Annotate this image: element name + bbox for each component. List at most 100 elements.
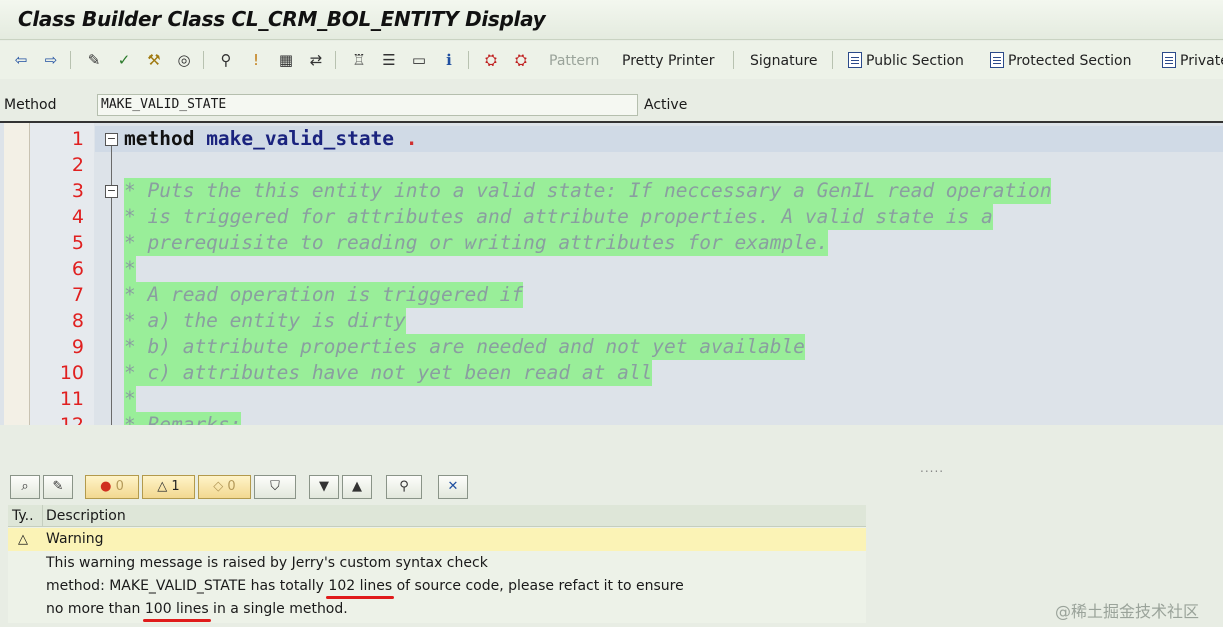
line-number: 1 <box>71 128 84 150</box>
sort-descending-icon[interactable]: ▼ <box>309 475 339 499</box>
statement-end: . <box>394 127 418 150</box>
toolbar-separator <box>335 51 336 69</box>
comment-text: * <box>124 386 136 412</box>
pane-splitter[interactable]: ..... <box>0 425 1223 475</box>
comment-text: * Remarks: <box>124 412 242 425</box>
line-number: 4 <box>71 206 84 228</box>
code-text: method make_valid_state . <box>124 126 418 152</box>
comment-text: * <box>124 256 136 282</box>
message-detail-line: no more than 100 lines in a single metho… <box>46 601 348 617</box>
activate-icon[interactable]: ⚒ <box>143 50 165 70</box>
code-line[interactable]: 12 * Remarks: <box>0 412 1223 425</box>
message-detail-line: method: MAKE_VALID_STATE has totally 102… <box>46 578 684 594</box>
column-description[interactable]: Description <box>46 505 126 527</box>
message-toolbar: ⌕ ✎ ● 0 △ 1 ◇ 0 ⛉ ▼ ▲ ⚲ ✕ <box>0 470 1223 504</box>
check-icon[interactable]: ✓ <box>113 50 135 70</box>
line-number: 5 <box>71 232 84 254</box>
method-row: Method MAKE_VALID_STATE Active <box>0 92 1223 120</box>
error-filter-button[interactable]: ● 0 <box>85 475 139 499</box>
document-icon <box>1162 52 1176 68</box>
comment-text: * a) the entity is dirty <box>124 308 406 334</box>
keyword: method <box>124 127 195 150</box>
pretty-printer-button[interactable]: Pretty Printer <box>622 50 715 72</box>
warning-filter-button[interactable]: △ 1 <box>142 475 195 499</box>
code-editor[interactable]: 1 − method make_valid_state . 2 3 − * Pu… <box>0 121 1223 425</box>
pattern-button[interactable]: Pattern <box>549 50 599 72</box>
code-line[interactable]: 9 * b) attribute properties are needed a… <box>0 334 1223 360</box>
method-name: make_valid_state <box>194 127 395 150</box>
highlighted-line-count: 102 lines <box>328 578 393 594</box>
glasses-icon[interactable]: ⌕ <box>10 475 40 499</box>
application-toolbar: ⇦ ⇨ ✎ ✓ ⚒ ◎ ⚲ ! ▦ ⇄ ♖ ☰ ▭ ℹ ⛭ ⛭ Pattern … <box>0 41 1223 79</box>
info-icon[interactable]: ℹ <box>438 50 460 70</box>
row-type-text: Warning <box>46 531 104 547</box>
toolbar-separator <box>832 51 833 69</box>
column-type[interactable]: Ty.. <box>12 505 34 527</box>
watermark: @稀土掘金技术社区 <box>1055 602 1200 621</box>
forward-arrow-icon[interactable]: ⇨ <box>40 50 62 70</box>
window-title: Class Builder Class CL_CRM_BOL_ENTITY Di… <box>18 7 546 31</box>
sort-ascending-icon[interactable]: ▲ <box>342 475 372 499</box>
table-header: Ty.. Description <box>8 505 866 527</box>
code-line[interactable]: 4 * is triggered for attributes and attr… <box>0 204 1223 230</box>
display-object-icon[interactable]: ▦ <box>275 50 297 70</box>
debug-icon[interactable]: ⛭ <box>510 50 532 70</box>
code-line[interactable]: 11 * <box>0 386 1223 412</box>
code-line[interactable]: 2 <box>0 152 1223 178</box>
comment-text: * Puts the this entity into a valid stat… <box>124 178 1052 204</box>
method-field[interactable]: MAKE_VALID_STATE <box>97 94 638 116</box>
navigate-icon[interactable]: ⇄ <box>305 50 327 70</box>
comment-text: * prerequisite to reading or writing att… <box>124 230 829 256</box>
column-separator <box>42 505 43 527</box>
filter-icon[interactable]: ⛉ <box>254 475 296 499</box>
edit-pencil-icon[interactable]: ✎ <box>43 475 73 499</box>
edit-pencil-icon[interactable]: ✎ <box>83 50 105 70</box>
hierarchy-icon[interactable]: ⚲ <box>215 50 237 70</box>
breakpoint-icon[interactable]: ! <box>245 50 267 70</box>
back-arrow-icon[interactable]: ⇦ <box>10 50 32 70</box>
code-line[interactable]: 3 − * Puts the this entity into a valid … <box>0 178 1223 204</box>
table-row[interactable]: △ Warning <box>8 528 866 551</box>
line-number: 2 <box>71 154 84 176</box>
toolbar-separator <box>468 51 469 69</box>
line-number: 11 <box>59 388 84 410</box>
warning-icon: △ <box>18 532 28 547</box>
test-icon[interactable]: ⛭ <box>480 50 502 70</box>
title-bar: Class Builder Class CL_CRM_BOL_ENTITY Di… <box>0 0 1223 40</box>
line-number: 8 <box>71 310 84 332</box>
signature-button[interactable]: Signature <box>750 50 818 72</box>
line-number: 7 <box>71 284 84 306</box>
message-detail-line: This warning message is raised by Jerry'… <box>46 555 488 571</box>
code-line[interactable]: 8 * a) the entity is dirty <box>0 308 1223 334</box>
document-icon <box>848 52 862 68</box>
line-number: 9 <box>71 336 84 358</box>
window-icon[interactable]: ▭ <box>408 50 430 70</box>
code-line[interactable]: 1 − method make_valid_state . <box>0 126 1223 152</box>
code-line[interactable]: 7 * A read operation is triggered if <box>0 282 1223 308</box>
public-section-button[interactable]: Public Section <box>848 50 964 72</box>
info-filter-button[interactable]: ◇ 0 <box>198 475 251 499</box>
line-number: 12 <box>59 414 84 425</box>
pin-icon[interactable]: ⚲ <box>386 475 422 499</box>
comment-text: * is triggered for attributes and attrib… <box>124 204 993 230</box>
where-used-icon[interactable]: ◎ <box>173 50 195 70</box>
close-icon[interactable]: ✕ <box>438 475 468 499</box>
code-line[interactable]: 6 * <box>0 256 1223 282</box>
document-icon <box>990 52 1004 68</box>
private-section-button[interactable]: Private <box>1162 50 1223 72</box>
code-line[interactable]: 10 * c) attributes have not yet been rea… <box>0 360 1223 386</box>
message-table: Ty.. Description △ Warning This warning … <box>8 505 866 623</box>
fold-toggle-icon[interactable]: − <box>105 133 118 146</box>
toolbar-separator <box>733 51 734 69</box>
warning-icon: △ <box>157 479 168 494</box>
line-number: 3 <box>71 180 84 202</box>
highlighted-line-limit: 100 lines <box>144 601 209 617</box>
toolbar-separator <box>70 51 71 69</box>
code-line[interactable]: 5 * prerequisite to reading or writing a… <box>0 230 1223 256</box>
method-label: Method <box>4 97 57 113</box>
protected-section-button[interactable]: Protected Section <box>990 50 1131 72</box>
fold-toggle-icon[interactable]: − <box>105 185 118 198</box>
tree-icon[interactable]: ♖ <box>348 50 370 70</box>
list-icon[interactable]: ☰ <box>378 50 400 70</box>
comment-text: * c) attributes have not yet been read a… <box>124 360 653 386</box>
